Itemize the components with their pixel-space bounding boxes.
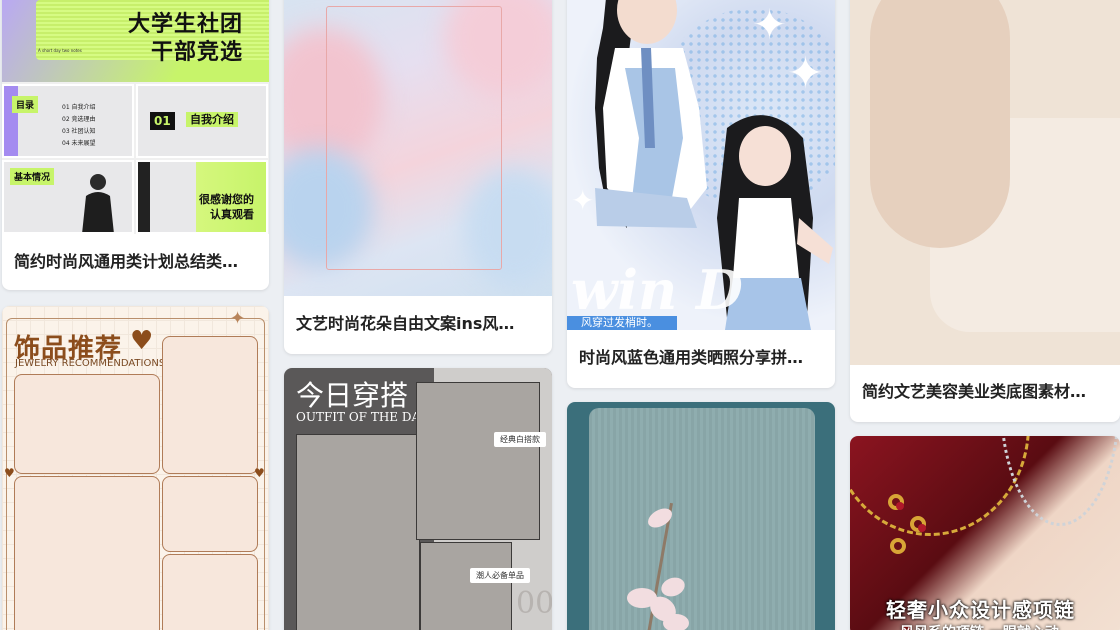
part-title: 自我介绍 <box>186 112 238 127</box>
template-card-teal-flower[interactable] <box>567 402 835 630</box>
card-thumbnail[interactable]: ✦ 饰品推荐 ♥ JEWELRY RECOMMENDATIONS ♥ ♥ <box>2 306 269 630</box>
gold-chain <box>850 436 1030 536</box>
template-card-beige[interactable]: 简约文艺美容美业类底图素材… <box>850 0 1120 422</box>
sparkle-icon: ✦ <box>787 48 824 99</box>
item-tag: 经典白搭款 <box>494 432 546 447</box>
photo-slot <box>14 476 160 630</box>
subheading: JEWELRY RECOMMENDATIONS <box>15 358 166 369</box>
flower-petal <box>663 614 689 630</box>
photo-slot <box>296 434 420 630</box>
item-tag: 潮人必备单品 <box>470 568 530 583</box>
heart-icon: ♥ <box>130 326 154 356</box>
card-title[interactable]: 文艺时尚花朵自由文案ins风… <box>296 310 540 334</box>
ppt-part-slide: 01 自我介绍 <box>136 84 268 158</box>
sparkle-icon: ✦ <box>752 0 788 49</box>
heart-icon: ♥ <box>4 466 15 480</box>
script-overlay: win D <box>571 258 743 322</box>
card-title[interactable]: 简约时尚风通用类计划总结类… <box>14 248 257 272</box>
template-card-necklace[interactable]: 轻奢小众设计感项链 风风系的项链 一眼就心动 <box>850 436 1120 630</box>
ppt-toc-slide: 目录 01 自我介绍 02 竞选理由 03 社团认知 04 未来展望 <box>2 84 134 158</box>
toc-item: 04 未来展望 <box>62 140 96 147</box>
sparkle-icon: ✦ <box>571 184 595 217</box>
card-thumbnail[interactable]: ✦ ✦ ✦ win D 风穿过发梢时。 <box>567 0 835 330</box>
slide-edge <box>138 162 150 232</box>
gem <box>896 502 904 510</box>
card-title[interactable]: 时尚风蓝色通用类晒照分享拼… <box>579 344 823 368</box>
template-card-ppt[interactable]: 大学生社团 干部竞选 A short day two notes 目录 01 自… <box>2 0 269 290</box>
ppt-cover-slide: 大学生社团 干部竞选 A short day two notes <box>2 0 269 82</box>
thanks-line1: 很感谢您的 <box>199 193 254 206</box>
photo-slot <box>162 476 258 552</box>
card-thumbnail[interactable]: 轻奢小众设计感项链 风风系的项链 一眼就心动 <box>850 436 1120 630</box>
photo-slot <box>162 554 258 630</box>
person-photo <box>82 174 114 232</box>
cover-title-line2: 干部竞选 <box>150 40 243 65</box>
photo-slot <box>416 382 540 540</box>
card-title[interactable]: 简约文艺美容美业类底图素材… <box>862 378 1108 402</box>
thanks-text: 很感谢您的 认真观看 <box>199 192 254 222</box>
heart-icon: ♥ <box>254 466 265 480</box>
subheading: OUTFIT OF THE DAY <box>296 410 428 424</box>
card-thumbnail[interactable]: 今日穿搭 OUTFIT OF THE DAY 经典白搭款 潮人必备单品 00 <box>284 368 552 630</box>
toc-item: 01 自我介绍 <box>62 104 96 111</box>
template-card-floral[interactable]: 文艺时尚花朵自由文案ins风… <box>284 0 552 354</box>
photo-slot <box>14 374 160 474</box>
card-thumbnail[interactable] <box>567 402 835 630</box>
thanks-line2: 认真观看 <box>210 208 254 221</box>
silver-chain <box>1000 436 1120 526</box>
decorative-numeral: 00 <box>516 586 552 621</box>
photo-slot <box>162 336 258 474</box>
toc-item: 02 竞选理由 <box>62 116 96 123</box>
card-thumbnail[interactable] <box>850 0 1120 365</box>
caption-strip: 风穿过发梢时。 <box>567 316 677 330</box>
template-card-girls[interactable]: ✦ ✦ ✦ win D 风穿过发梢时。 时尚风蓝色通用类晒照分享拼… <box>567 0 835 388</box>
template-card-jewelry-rec[interactable]: ✦ 饰品推荐 ♥ JEWELRY RECOMMENDATIONS ♥ ♥ <box>2 306 269 630</box>
subheading: 风风系的项链 一眼就心动 <box>900 622 1059 630</box>
card-thumbnail[interactable]: 大学生社团 干部竞选 A short day two notes 目录 01 自… <box>2 0 269 234</box>
cover-small-text: A short day two notes <box>38 48 82 53</box>
card-thumbnail[interactable] <box>284 0 552 296</box>
gem <box>918 524 926 532</box>
pill-shape <box>870 0 1010 248</box>
photo-slot <box>420 542 512 630</box>
toc-tag: 目录 <box>12 96 39 113</box>
ppt-profile-slide: 基本情况 <box>2 160 134 234</box>
basic-tag: 基本情况 <box>10 168 55 185</box>
toc-list: 01 自我介绍 02 竞选理由 03 社团认知 04 未来展望 <box>62 102 122 150</box>
ppt-thanks-slide: 很感谢您的 认真观看 <box>136 160 268 234</box>
text-frame <box>326 6 502 270</box>
ring-icon <box>890 538 906 554</box>
part-number: 01 <box>150 112 175 130</box>
heading: 今日穿搭 <box>296 379 409 412</box>
heading: 轻奢小众设计感项链 <box>886 598 1075 622</box>
toc-item: 03 社团认知 <box>62 128 96 135</box>
template-card-ootd[interactable]: 今日穿搭 OUTFIT OF THE DAY 经典白搭款 潮人必备单品 00 <box>284 368 552 630</box>
frosted-panel <box>589 408 815 630</box>
sparkle-icon: ✦ <box>230 308 246 329</box>
